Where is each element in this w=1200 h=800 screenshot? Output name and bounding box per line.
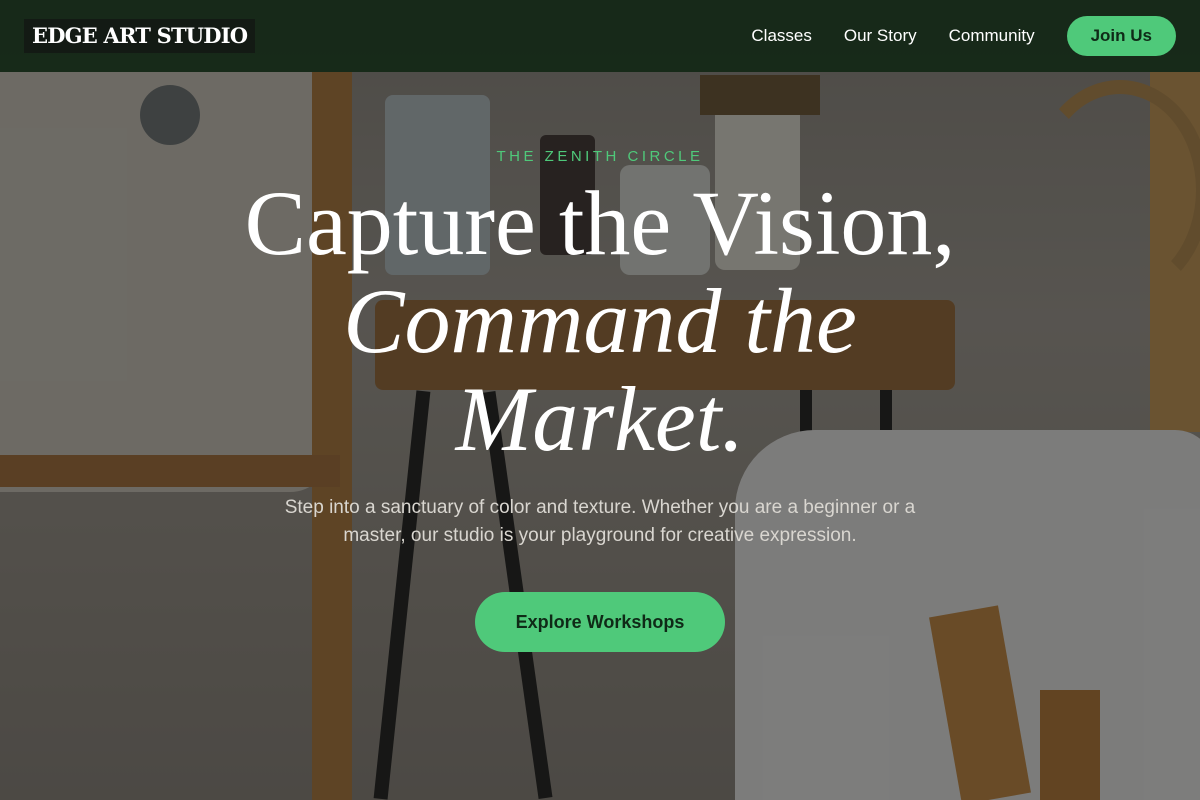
hero-eyebrow: THE ZENITH CIRCLE [496, 148, 704, 165]
nav-link-community[interactable]: Community [949, 26, 1035, 46]
headline-line-3: Market. [455, 368, 745, 470]
nav-links: Classes Our Story Community Join Us [719, 16, 1176, 56]
top-navbar: EDGE ART STUDIO Classes Our Story Commun… [0, 0, 1200, 72]
site-logo[interactable]: EDGE ART STUDIO [24, 19, 256, 53]
join-us-button[interactable]: Join Us [1066, 16, 1176, 56]
hero-section: THE ZENITH CIRCLE Capture the Vision, Co… [0, 140, 1200, 652]
hero-subtitle: Step into a sanctuary of color and textu… [284, 497, 916, 546]
headline-line-1: Capture the Vision, [244, 172, 956, 274]
nav-link-our-story[interactable]: Our Story [844, 26, 917, 46]
hero-headline: Capture the Vision, Command the Market. [0, 174, 1200, 468]
headline-line-2: Command the [343, 270, 857, 372]
explore-workshops-button[interactable]: Explore Workshops [475, 592, 725, 652]
nav-link-classes[interactable]: Classes [751, 26, 811, 46]
